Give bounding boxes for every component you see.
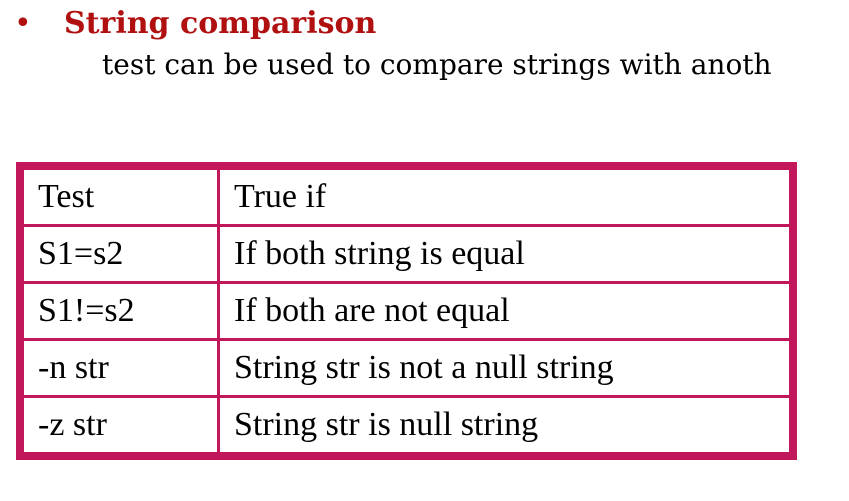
comparison-table-frame: Test True if S1=s2 If both string is equ… (16, 162, 797, 460)
header-cell-true-if: True if (217, 167, 792, 227)
table-row: -n str String str is not a null string (21, 338, 792, 398)
test-cell: -n str (21, 338, 220, 398)
test-cell: -z str (21, 395, 220, 455)
table-row: -z str String str is null string (21, 395, 792, 455)
condition-cell: If both string is equal (217, 224, 792, 284)
table-header-row: Test True if (21, 167, 792, 227)
section-description: test can be used to compare strings with… (102, 48, 772, 81)
section-heading: String comparison (64, 6, 377, 41)
test-cell: S1!=s2 (21, 281, 220, 341)
condition-cell: String str is null string (217, 395, 792, 455)
bullet-icon: • (14, 6, 32, 41)
table-row: S1!=s2 If both are not equal (21, 281, 792, 341)
comparison-table: Test True if S1=s2 If both string is equ… (21, 167, 792, 455)
test-cell: S1=s2 (21, 224, 220, 284)
bullet-heading-row: • String comparison (14, 4, 376, 44)
table-row: S1=s2 If both string is equal (21, 224, 792, 284)
header-cell-test: Test (21, 167, 220, 227)
condition-cell: String str is not a null string (217, 338, 792, 398)
condition-cell: If both are not equal (217, 281, 792, 341)
